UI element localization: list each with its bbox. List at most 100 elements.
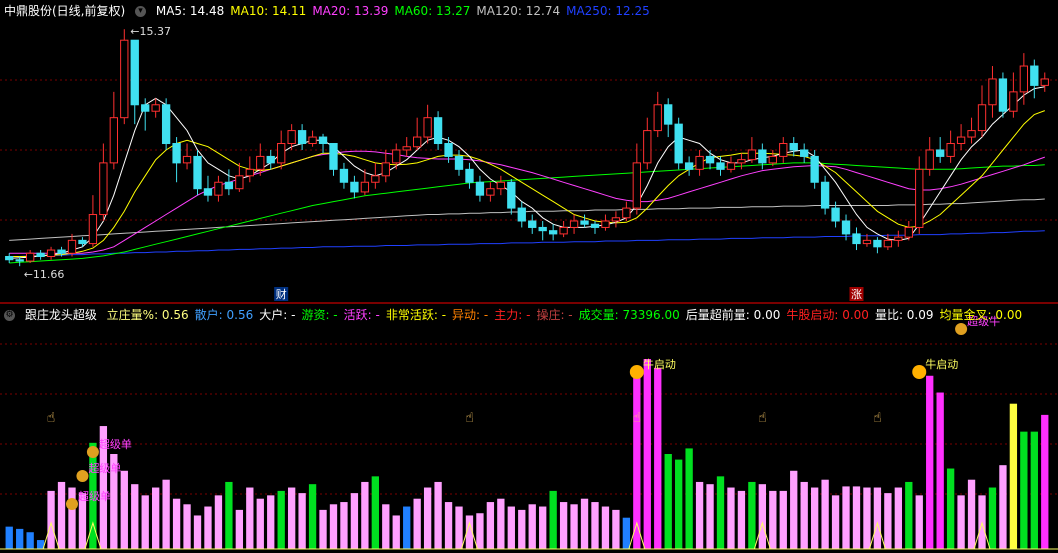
volume-bar[interactable] [1009,403,1018,549]
candle[interactable] [5,253,14,263]
volume-bar[interactable] [884,493,892,549]
volume-bar[interactable] [580,498,589,549]
volume-bar[interactable] [507,506,515,549]
candle[interactable] [339,162,349,189]
volume-bar[interactable] [706,484,714,549]
candle[interactable] [517,201,526,228]
volume-bar[interactable] [235,509,244,549]
candle[interactable] [632,143,641,215]
volume-bar[interactable] [737,490,746,549]
candle[interactable] [277,130,286,170]
volume-bar[interactable] [5,526,13,549]
volume-bar[interactable] [675,459,683,549]
volume-bar[interactable] [873,487,882,549]
candle[interactable] [465,162,474,189]
volume-bar[interactable] [141,495,149,549]
volume-bar[interactable] [1041,414,1049,549]
candle[interactable] [548,224,558,241]
volume-bar[interactable] [444,502,453,549]
candle[interactable] [601,214,610,231]
candle[interactable] [915,156,924,234]
candle[interactable] [78,237,87,247]
kline-pane[interactable]: 中鼎股份(日线,前复权) ▾ MA5: 14.48 MA10: 14.11 MA20… [0,0,1058,303]
candle[interactable] [1030,59,1039,99]
candle[interactable] [1009,72,1018,118]
volume-bar[interactable] [716,476,725,549]
volume-bar[interactable] [172,498,181,549]
candle[interactable] [25,250,35,263]
volume-bar[interactable] [382,504,390,549]
candle[interactable] [800,143,809,163]
volume-bar[interactable] [16,528,24,549]
volume-bar[interactable] [559,502,568,549]
candle[interactable] [988,66,997,118]
volume-bar[interactable] [946,468,955,549]
volume-bar[interactable] [455,506,463,549]
candle[interactable] [224,169,234,196]
candle[interactable] [350,175,359,199]
candle[interactable] [873,237,882,254]
volume-bar[interactable] [298,493,306,549]
candle[interactable] [486,182,495,202]
candle[interactable] [454,149,464,176]
candle[interactable] [381,149,390,183]
candle[interactable] [684,156,694,176]
candle[interactable] [590,220,600,234]
volume-bar[interactable] [476,513,484,549]
candle[interactable] [716,156,725,176]
volume-bar[interactable] [350,493,359,549]
candle[interactable] [936,137,945,163]
candle[interactable] [371,162,380,189]
volume-bar[interactable] [518,509,526,549]
candle[interactable] [297,124,307,150]
volume-bar[interactable] [748,481,756,549]
candle[interactable] [726,156,736,173]
candle[interactable] [130,39,139,125]
candle[interactable] [120,29,129,125]
volume-bar[interactable] [246,487,254,549]
volume-bar[interactable] [821,479,829,549]
volume-bar[interactable] [277,490,285,549]
candle[interactable] [496,175,506,196]
candle[interactable] [99,143,108,221]
volume-bar[interactable] [26,532,34,549]
candle[interactable] [904,220,913,241]
volume-bar[interactable] [214,495,223,549]
volume-bar[interactable] [371,476,379,549]
volume-bar[interactable] [152,487,160,549]
volume-bar[interactable] [403,506,411,549]
candle[interactable] [789,137,798,157]
candle[interactable] [203,175,213,202]
volume-bar[interactable] [894,487,902,549]
volume-bar[interactable] [497,498,505,549]
candle[interactable] [852,227,861,251]
volume-bar[interactable] [957,495,965,549]
volume-bar[interactable] [905,481,913,549]
volume-bar[interactable] [549,490,557,549]
volume-bar[interactable] [539,506,547,549]
candle[interactable] [569,214,579,234]
candle[interactable] [1040,72,1049,92]
volume-bar[interactable] [779,490,787,549]
candle[interactable] [507,179,516,215]
candle[interactable] [161,98,171,150]
volume-bar[interactable] [591,502,599,549]
volume-bar[interactable] [392,515,400,549]
volume-bar[interactable] [329,504,338,549]
candle[interactable] [559,220,568,238]
volume-bar[interactable] [800,481,808,549]
volume-bar[interactable] [308,484,317,549]
candle[interactable] [36,250,45,260]
candle[interactable] [820,175,830,215]
candle[interactable] [737,153,746,170]
volume-bar[interactable] [936,392,944,549]
volume-bar[interactable] [685,448,693,549]
volume-bar[interactable] [695,481,704,549]
volume-bar[interactable] [131,484,139,549]
candle[interactable] [705,149,715,170]
volume-bar[interactable] [842,486,850,549]
candle[interactable] [88,195,98,247]
volume-bar[interactable] [423,487,432,549]
volume-bar[interactable] [434,481,442,549]
volume-bar[interactable] [319,509,327,549]
